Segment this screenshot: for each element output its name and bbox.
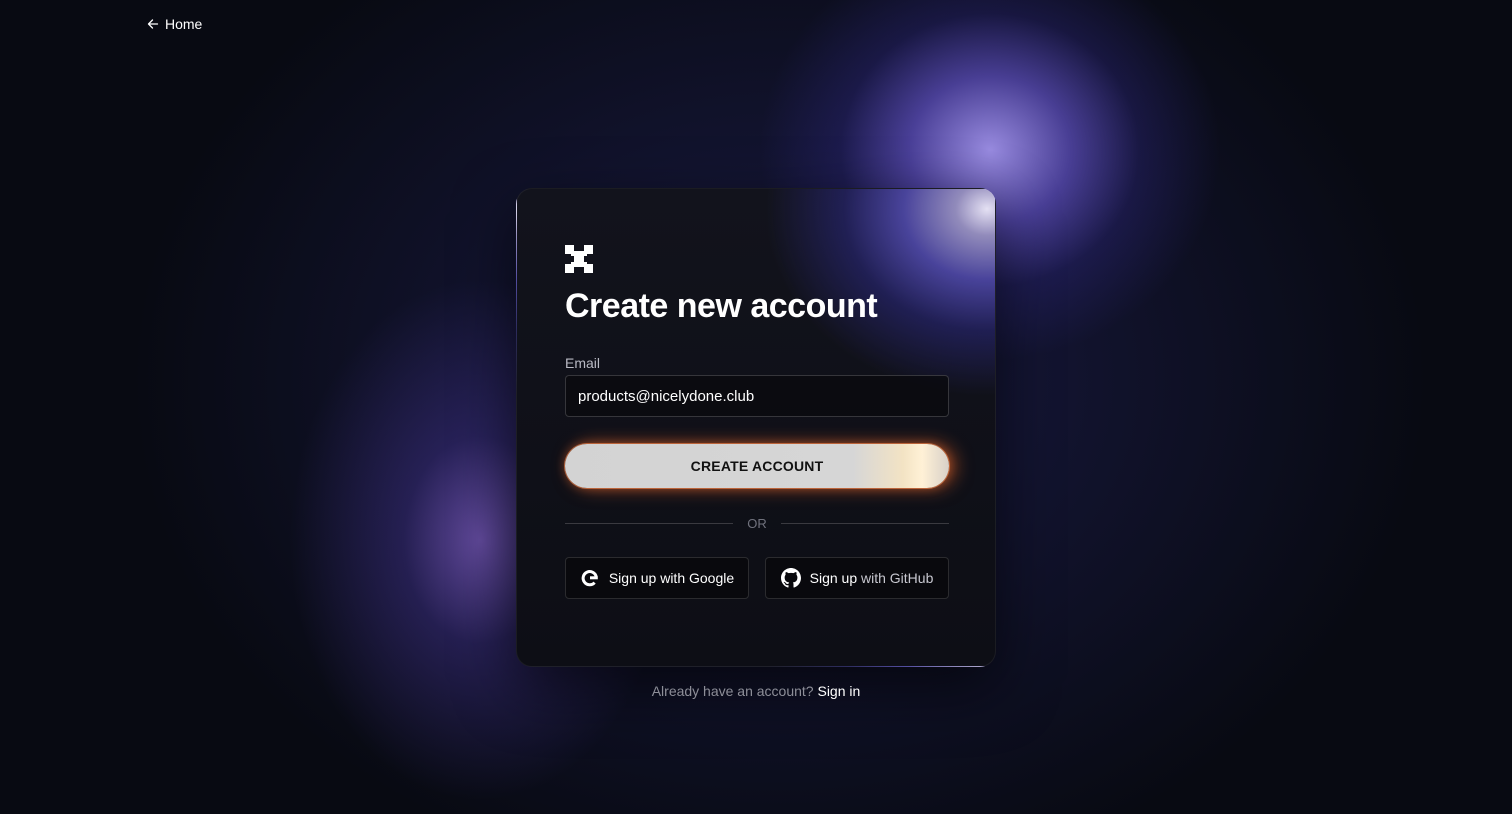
page-title: Create new account (565, 287, 878, 325)
home-link[interactable]: Home (147, 16, 202, 32)
email-label: Email (565, 355, 601, 371)
brand-logo-icon (565, 245, 593, 273)
google-icon (581, 570, 598, 587)
divider-line-right (780, 522, 949, 524)
signup-card: Create new account Email CREATE ACCOUNT … (516, 188, 996, 667)
github-signup-label-suffix: with GitHub (861, 570, 934, 586)
or-divider: OR (565, 515, 949, 531)
create-account-button[interactable]: CREATE ACCOUNT (565, 444, 949, 488)
signin-footer: Already have an account? Sign in (0, 683, 1512, 699)
google-signup-label: Sign up with Google (608, 570, 735, 586)
divider-label: OR (747, 515, 767, 531)
github-signup-button[interactable]: Sign up with GitHub (765, 557, 949, 599)
signin-link[interactable]: Sign in (817, 683, 860, 699)
arrow-left-icon (147, 19, 159, 29)
github-icon (780, 568, 801, 588)
github-signup-label-prefix: Sign up (809, 570, 858, 586)
signin-prompt: Already have an account? (651, 683, 814, 699)
home-link-label: Home (165, 16, 203, 32)
github-signup-label: Sign up with GitHub (810, 570, 934, 586)
google-signup-button[interactable]: Sign up with Google (565, 557, 749, 599)
email-field[interactable] (565, 375, 949, 417)
divider-line-left (565, 522, 734, 524)
